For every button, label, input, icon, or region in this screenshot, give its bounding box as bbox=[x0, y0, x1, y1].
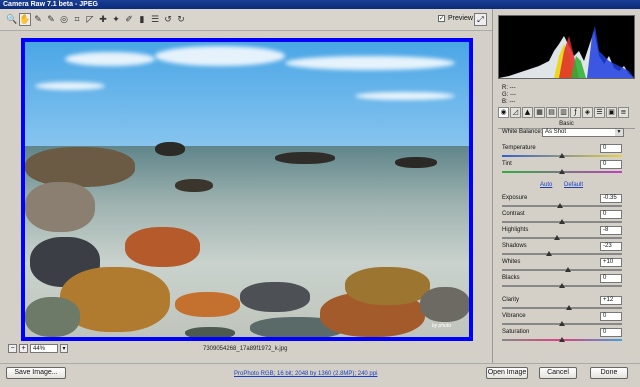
rotate-cw-icon[interactable]: ↻ bbox=[175, 13, 187, 26]
open-image-button[interactable]: Open Image bbox=[486, 367, 528, 379]
tab-effects[interactable]: ƒ bbox=[570, 107, 581, 118]
zoom-tool-icon[interactable]: 🔍 bbox=[6, 13, 18, 26]
preferences-icon[interactable]: ☰ bbox=[149, 13, 161, 26]
clarity-label: Clarity bbox=[502, 297, 520, 303]
cancel-button[interactable]: Cancel bbox=[539, 367, 577, 379]
highlights-label: Highlights bbox=[502, 227, 529, 233]
rgb-readout: R: --- G: --- B: --- bbox=[502, 85, 516, 106]
tab-lens-corrections[interactable]: ▥ bbox=[558, 107, 569, 118]
fullscreen-icon[interactable]: ⤢ bbox=[474, 13, 487, 26]
tool-list: 🔍 ✋ ✎ ✎ ◎ ⌗ ◸ ✚ ✦ ✐ ▮ ☰ ↺ ↻ bbox=[6, 13, 187, 26]
graduated-filter-icon[interactable]: ▮ bbox=[136, 13, 148, 26]
spot-removal-tool-icon[interactable]: ✚ bbox=[97, 13, 109, 26]
toolbar: 🔍 ✋ ✎ ✎ ◎ ⌗ ◸ ✚ ✦ ✐ ▮ ☰ ↺ ↻ ✓ Preview ⤢ bbox=[0, 9, 492, 31]
tint-label: Tint bbox=[502, 161, 512, 167]
exposure-value-field[interactable]: -0.35 bbox=[600, 194, 622, 203]
temperature-value-field[interactable]: 0 bbox=[600, 144, 622, 153]
zoom-menu-icon[interactable]: ▾ bbox=[60, 344, 68, 353]
hand-tool-icon[interactable]: ✋ bbox=[19, 13, 31, 26]
blue-readout: B: --- bbox=[502, 99, 516, 105]
shadows-value-field[interactable]: -23 bbox=[600, 242, 622, 251]
crop-tool-icon[interactable]: ⌗ bbox=[71, 13, 83, 26]
rotate-ccw-icon[interactable]: ↺ bbox=[162, 13, 174, 26]
adjustment-brush-icon[interactable]: ✐ bbox=[123, 13, 135, 26]
panel-menu-icon[interactable]: ≡ bbox=[618, 107, 629, 118]
default-link[interactable]: Default bbox=[564, 182, 583, 188]
whites-label: Whites bbox=[502, 259, 521, 265]
footer-bar: Save Image... ProPhoto RGB; 16 bit; 2048… bbox=[0, 363, 640, 387]
white-balance-tool-icon[interactable]: ✎ bbox=[32, 13, 44, 26]
tab-hsl[interactable]: ▦ bbox=[534, 107, 545, 118]
straighten-tool-icon[interactable]: ◸ bbox=[84, 13, 96, 26]
contrast-value-field[interactable]: 0 bbox=[600, 210, 622, 219]
tint-slider-thumb[interactable] bbox=[559, 169, 565, 174]
panel-tabs: ◉ ◿ ▲ ▦ ▤ ▥ ƒ ◈ ☰ ▣ ≡ bbox=[498, 107, 629, 118]
tab-split-toning[interactable]: ▤ bbox=[546, 107, 557, 118]
shadows-label: Shadows bbox=[502, 243, 527, 249]
preview-toggle[interactable]: ✓ Preview bbox=[438, 15, 473, 22]
vibrance-slider-thumb[interactable] bbox=[559, 321, 565, 326]
auto-link[interactable]: Auto bbox=[540, 182, 552, 188]
tab-basic[interactable]: ◉ bbox=[498, 107, 509, 118]
red-eye-tool-icon[interactable]: ✦ bbox=[110, 13, 122, 26]
photo-watermark: by photo bbox=[431, 323, 451, 329]
saturation-slider-thumb[interactable] bbox=[559, 337, 565, 342]
shadows-slider-thumb[interactable] bbox=[545, 251, 552, 256]
exposure-slider-thumb[interactable] bbox=[556, 203, 563, 208]
done-button[interactable]: Done bbox=[590, 367, 628, 379]
zoom-out-button[interactable]: − bbox=[8, 344, 17, 353]
clarity-slider-track[interactable] bbox=[502, 307, 622, 309]
whites-slider-thumb[interactable] bbox=[565, 267, 571, 272]
whites-value-field[interactable]: +10 bbox=[600, 258, 622, 267]
highlights-slider-track[interactable] bbox=[502, 237, 622, 239]
adjustment-panel: R: --- G: --- B: --- ◉ ◿ ▲ ▦ ▤ ▥ ƒ ◈ ☰ ▣… bbox=[492, 9, 640, 363]
chevron-down-icon: ▼ bbox=[615, 129, 623, 136]
white-balance-value: As Shot bbox=[545, 129, 567, 135]
highlights-value-field[interactable]: -8 bbox=[600, 226, 622, 235]
window-title: Camera Raw 7.1 beta - JPEG bbox=[0, 0, 640, 9]
tab-presets[interactable]: ☰ bbox=[594, 107, 605, 118]
preview-label: Preview bbox=[448, 15, 473, 22]
histogram bbox=[498, 15, 635, 79]
contrast-label: Contrast bbox=[502, 211, 525, 217]
tab-tone-curve[interactable]: ◿ bbox=[510, 107, 521, 118]
blacks-value-field[interactable]: 0 bbox=[600, 274, 622, 283]
exposure-label: Exposure bbox=[502, 195, 528, 201]
tab-detail[interactable]: ▲ bbox=[522, 107, 533, 118]
shadows-slider-track[interactable] bbox=[502, 253, 622, 255]
vibrance-label: Vibrance bbox=[502, 313, 526, 319]
green-readout: G: --- bbox=[502, 92, 516, 98]
vibrance-value-field[interactable]: 0 bbox=[600, 312, 622, 321]
tab-camera-calibration[interactable]: ◈ bbox=[582, 107, 593, 118]
clarity-slider-thumb[interactable] bbox=[566, 305, 573, 310]
red-readout: R: --- bbox=[502, 85, 516, 91]
temperature-slider-thumb[interactable] bbox=[559, 153, 565, 158]
blacks-slider-thumb[interactable] bbox=[559, 283, 565, 288]
highlights-slider-thumb[interactable] bbox=[554, 235, 561, 240]
clarity-value-field[interactable]: +12 bbox=[600, 296, 622, 305]
workflow-options-link[interactable]: ProPhoto RGB; 16 bit; 2048 by 1360 (2.8M… bbox=[234, 371, 377, 377]
image-preview-frame: by photo bbox=[21, 38, 473, 341]
image-filename: 7309054268_17a89f1972_k.jpg bbox=[203, 346, 288, 352]
zoom-controls: − + 44% ▾ bbox=[8, 344, 68, 353]
zoom-level[interactable]: 44% bbox=[30, 344, 58, 353]
histogram-graph bbox=[499, 26, 634, 78]
saturation-value-field[interactable]: 0 bbox=[600, 328, 622, 337]
tab-snapshots[interactable]: ▣ bbox=[606, 107, 617, 118]
color-sampler-tool-icon[interactable]: ✎ bbox=[45, 13, 57, 26]
temperature-label: Temperature bbox=[502, 145, 536, 151]
blacks-label: Blacks bbox=[502, 275, 520, 281]
white-balance-label: White Balance: bbox=[502, 129, 543, 135]
photo-preview[interactable]: by photo bbox=[25, 42, 469, 337]
tint-value-field[interactable]: 0 bbox=[600, 160, 622, 169]
target-adjustment-tool-icon[interactable]: ◎ bbox=[58, 13, 70, 26]
saturation-label: Saturation bbox=[502, 329, 530, 335]
preview-checkbox[interactable]: ✓ bbox=[438, 15, 445, 22]
whites-slider-track[interactable] bbox=[502, 269, 622, 271]
contrast-slider-thumb[interactable] bbox=[559, 219, 565, 224]
zoom-in-button[interactable]: + bbox=[19, 344, 28, 353]
save-image-button[interactable]: Save Image... bbox=[6, 367, 66, 379]
white-balance-select[interactable]: As Shot ▼ bbox=[542, 128, 624, 137]
